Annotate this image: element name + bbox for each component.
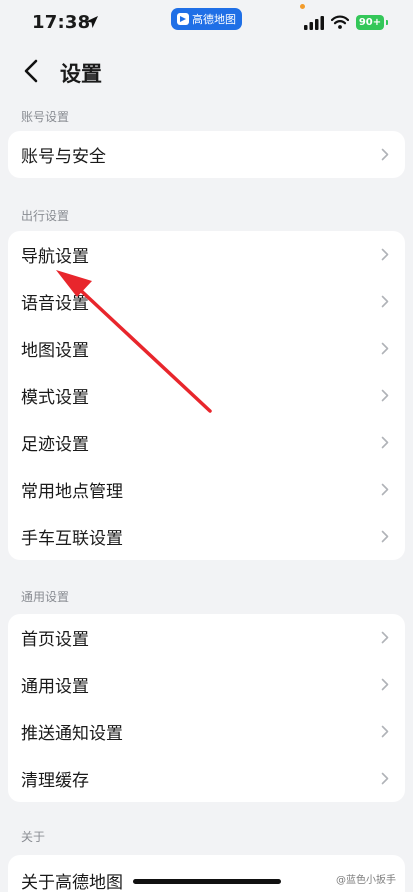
chevron-right-icon <box>381 295 389 308</box>
section-label-account: 账号设置 <box>21 110 70 124</box>
settings-item-label: 账号与安全 <box>21 147 106 167</box>
settings-item-label: 关于高德地图 <box>21 873 123 892</box>
chevron-right-icon <box>381 772 389 785</box>
account-settings-card: 账号与安全 <box>8 131 405 178</box>
chevron-right-icon <box>381 148 389 161</box>
privacy-indicator-dot <box>300 4 305 9</box>
settings-item-home[interactable]: 首页设置 <box>8 614 405 661</box>
settings-item-label: 地图设置 <box>21 341 89 361</box>
settings-item-general[interactable]: 通用设置 <box>8 661 405 708</box>
chevron-right-icon <box>381 678 389 691</box>
settings-item-voice[interactable]: 语音设置 <box>8 278 405 325</box>
settings-item-map[interactable]: 地图设置 <box>8 325 405 372</box>
settings-item-label: 导航设置 <box>21 247 89 267</box>
wifi-icon <box>331 15 349 29</box>
page-header: 设置 <box>0 50 413 94</box>
status-bar: 17:38 高德地图 90+ <box>0 0 413 50</box>
chevron-right-icon <box>381 342 389 355</box>
travel-settings-card: 导航设置 语音设置 地图设置 模式设置 足迹设置 常用地点管理 手车互联设置 <box>8 231 405 560</box>
settings-item-label: 推送通知设置 <box>21 724 123 744</box>
section-label-about: 关于 <box>21 830 46 844</box>
battery-cap <box>386 20 388 25</box>
section-label-general: 通用设置 <box>21 590 70 604</box>
chevron-right-icon <box>381 725 389 738</box>
settings-item-push-notifications[interactable]: 推送通知设置 <box>8 708 405 755</box>
active-app-pill[interactable]: 高德地图 <box>171 8 242 30</box>
general-settings-card: 首页设置 通用设置 推送通知设置 清理缓存 <box>8 614 405 802</box>
settings-item-mode[interactable]: 模式设置 <box>8 372 405 419</box>
settings-item-label: 手车互联设置 <box>21 529 123 549</box>
page-title: 设置 <box>60 62 102 86</box>
settings-item-account-security[interactable]: 账号与安全 <box>8 131 405 178</box>
settings-item-label: 清理缓存 <box>21 771 89 791</box>
settings-item-label: 通用设置 <box>21 677 89 697</box>
battery-indicator: 90+ <box>356 15 384 30</box>
settings-item-navigation[interactable]: 导航设置 <box>8 231 405 278</box>
back-chevron-icon[interactable] <box>20 58 44 84</box>
settings-item-label: 首页设置 <box>21 630 89 650</box>
settings-item-frequent-places[interactable]: 常用地点管理 <box>8 466 405 513</box>
section-label-travel: 出行设置 <box>21 209 70 223</box>
location-arrow-icon <box>86 16 98 28</box>
chevron-right-icon <box>381 483 389 496</box>
watermark: @蓝色小扳手 <box>336 875 396 886</box>
settings-item-label: 常用地点管理 <box>21 482 123 502</box>
home-indicator[interactable] <box>133 879 281 884</box>
settings-item-label: 语音设置 <box>21 294 89 314</box>
settings-item-clear-cache[interactable]: 清理缓存 <box>8 755 405 802</box>
settings-item-label: 模式设置 <box>21 388 89 408</box>
cellular-signal-icon <box>304 16 324 30</box>
chevron-right-icon <box>381 436 389 449</box>
settings-item-footprint[interactable]: 足迹设置 <box>8 419 405 466</box>
settings-item-label: 足迹设置 <box>21 435 89 455</box>
chevron-right-icon <box>381 530 389 543</box>
chevron-right-icon <box>381 248 389 261</box>
battery-level: 90+ <box>358 17 382 28</box>
status-time: 17:38 <box>32 12 91 33</box>
chevron-right-icon <box>381 389 389 402</box>
chevron-right-icon <box>381 631 389 644</box>
settings-item-phone-car-link[interactable]: 手车互联设置 <box>8 513 405 560</box>
navigation-icon <box>177 13 189 25</box>
active-app-label: 高德地图 <box>192 13 236 26</box>
